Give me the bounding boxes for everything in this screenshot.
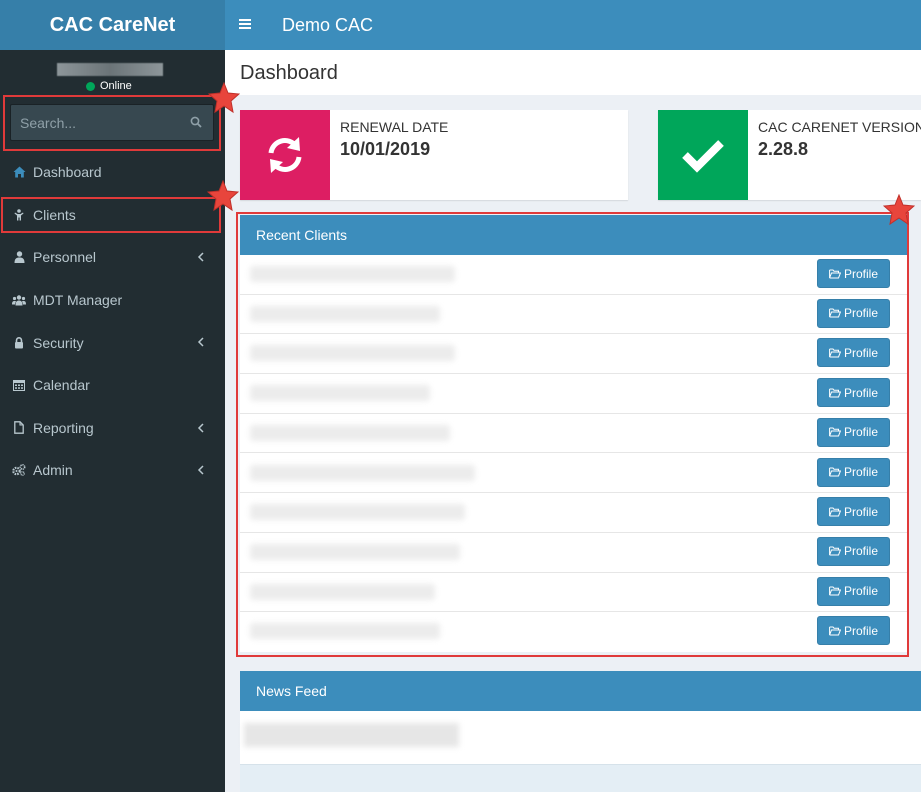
chevron-left-icon — [197, 423, 204, 433]
user-icon — [12, 250, 26, 264]
version-icon-panel — [658, 110, 748, 200]
search-highlight-annotation — [3, 95, 221, 151]
check-icon — [682, 140, 724, 173]
sidebar-item-security[interactable]: Security — [0, 321, 225, 364]
sidebar-item-label: Dashboard — [33, 164, 102, 181]
renewal-date-value: 10/01/2019 — [340, 139, 431, 159]
sidebar-item-label: Reporting — [33, 419, 94, 436]
user-status-text: Online — [100, 80, 132, 92]
user-name-redacted — [57, 63, 163, 76]
menu-toggle-icon[interactable] — [239, 18, 251, 30]
chevron-left-icon — [197, 337, 204, 347]
version-value: 2.28.8 — [758, 139, 809, 159]
annotation-star-icon — [883, 194, 915, 226]
version-box: CAC CARENET VERSION 2.28.8 — [658, 110, 921, 200]
sidebar-item-label: Calendar — [33, 377, 90, 394]
annotation-star-icon — [207, 180, 239, 212]
news-feed-header: News Feed — [240, 671, 921, 711]
version-label: CAC CARENET VERSION — [758, 119, 921, 135]
sidebar-item-mdt-manager[interactable]: MDT Manager — [0, 279, 225, 322]
sidebar-item-label: Admin — [33, 462, 73, 479]
home-icon — [12, 165, 26, 179]
app-logo[interactable]: CAC CareNet — [0, 0, 225, 50]
user-status: Online — [86, 80, 132, 92]
file-icon — [12, 421, 26, 435]
sidebar-item-admin[interactable]: Admin — [0, 449, 225, 492]
user-panel: Online — [0, 50, 225, 94]
sidebar-item-reporting[interactable]: Reporting — [0, 407, 225, 450]
clients-highlight-annotation — [1, 197, 221, 233]
sidebar-item-dashboard[interactable]: Dashboard — [0, 151, 225, 194]
sidebar-item-label: MDT Manager — [33, 292, 123, 309]
annotation-star-icon — [208, 82, 240, 114]
renewal-icon-panel — [240, 110, 330, 200]
news-feed-footer — [240, 764, 921, 792]
top-header: Demo CAC — [225, 0, 921, 50]
lock-icon — [12, 336, 26, 350]
users-icon — [12, 293, 26, 307]
recent-clients-highlight-annotation — [236, 212, 909, 657]
renewal-date-label: RENEWAL DATE — [340, 119, 449, 135]
sidebar-item-label: Security — [33, 334, 84, 351]
renewal-date-box: RENEWAL DATE 10/01/2019 — [240, 110, 628, 200]
calendar-icon — [12, 378, 26, 392]
cogs-icon — [12, 463, 26, 477]
header-title: Demo CAC — [282, 15, 374, 35]
news-feed-box: News Feed — [240, 671, 921, 792]
online-dot-icon — [86, 81, 95, 91]
sidebar-item-personnel[interactable]: Personnel — [0, 236, 225, 279]
chevron-left-icon — [197, 465, 204, 475]
chevron-left-icon — [197, 252, 204, 262]
news-feed-item — [240, 711, 921, 764]
refresh-icon — [268, 137, 302, 173]
news-feed-text-redacted — [244, 723, 459, 747]
page-title: Dashboard — [240, 62, 338, 84]
content-header: Dashboard — [225, 50, 921, 95]
sidebar-item-calendar[interactable]: Calendar — [0, 364, 225, 407]
sidebar-item-label: Personnel — [33, 249, 97, 266]
